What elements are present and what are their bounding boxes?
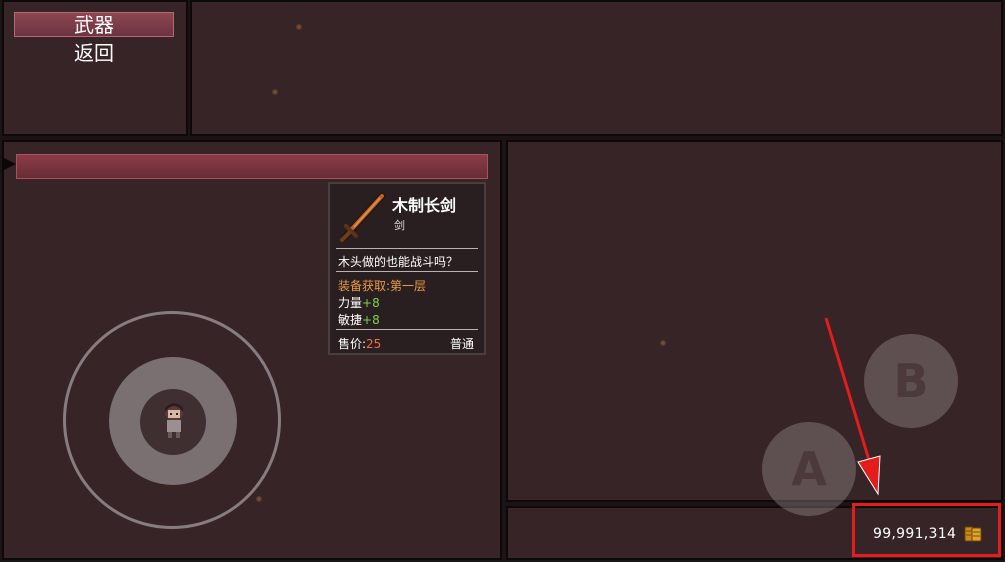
item-source: 装备获取:第一层	[338, 277, 426, 294]
item-price: 售价:25	[338, 335, 381, 352]
ember-particle	[296, 24, 302, 30]
ember-particle	[660, 340, 666, 346]
player-character-sprite	[160, 400, 188, 440]
item-description: 木头做的也能战斗吗？	[338, 255, 459, 269]
item-tooltip: 木制长剑 剑 木头做的也能战斗吗？ 装备获取:第一层 力量+8 敏捷+8 售价:…	[328, 182, 486, 355]
price-value: 25	[366, 337, 382, 351]
menu-item-weapons[interactable]: 武器	[14, 12, 174, 37]
source-label: 装备获取:	[338, 279, 391, 293]
source-value: 第一层	[390, 279, 427, 293]
stat-agility: 敏捷+8	[338, 311, 380, 328]
ember-particle	[272, 89, 278, 95]
divider	[336, 329, 478, 330]
gold-coins-icon	[962, 525, 984, 543]
list-pointer-icon	[2, 157, 16, 171]
stat-label: 力量	[338, 296, 363, 310]
ember-particle	[256, 496, 262, 502]
item-rarity: 普通	[449, 337, 474, 351]
divider	[336, 271, 478, 272]
price-label: 售价:	[338, 337, 367, 351]
gold-amount: 99,991,314	[873, 526, 957, 542]
item-type: 剑	[394, 219, 405, 232]
item-name: 木制长剑	[392, 196, 457, 215]
menu-item-back[interactable]: 返回	[14, 41, 174, 66]
wooden-sword-icon	[336, 190, 390, 244]
stat-value: +8	[362, 296, 380, 310]
info-panel	[190, 0, 1003, 136]
stat-value: +8	[362, 313, 380, 327]
divider	[336, 248, 478, 249]
list-selected-row[interactable]	[16, 154, 488, 179]
status-panel	[506, 140, 1003, 502]
stat-label: 敏捷	[338, 313, 363, 327]
annotation-arrow-icon	[824, 317, 881, 496]
stat-strength: 力量+8	[338, 294, 380, 311]
